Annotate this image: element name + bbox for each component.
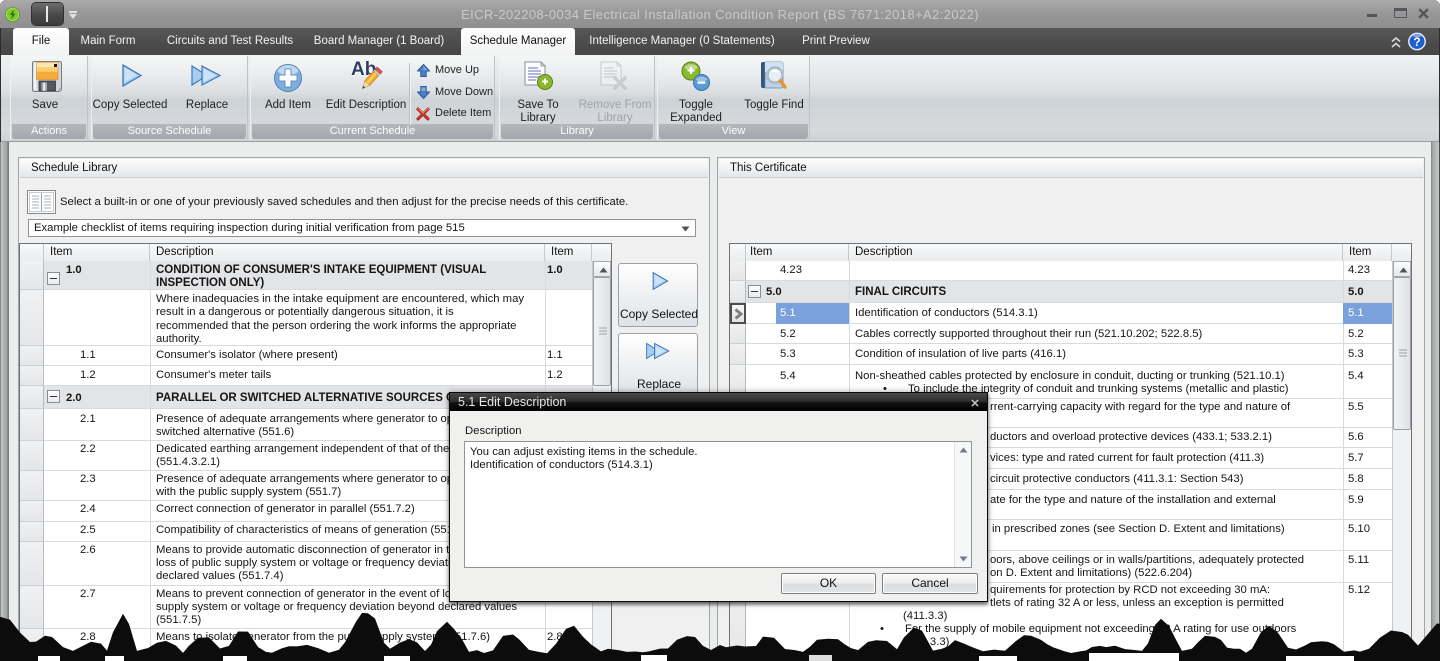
svg-text:?: ? <box>1413 35 1420 49</box>
